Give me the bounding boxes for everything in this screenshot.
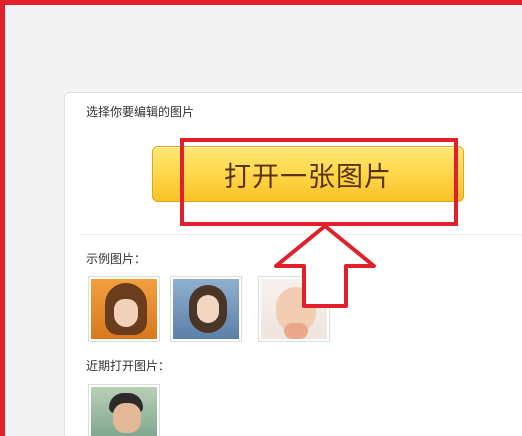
recent-photo-1	[91, 387, 157, 436]
examples-label: 示例图片：	[86, 252, 147, 266]
annotation-highlight-box	[180, 138, 458, 226]
example-photo-1	[91, 279, 157, 339]
example-photo-2	[173, 279, 239, 339]
panel-title: 选择你要编辑的图片	[86, 105, 195, 119]
annotation-arrow-icon	[274, 224, 376, 308]
example-thumb-1[interactable]	[88, 276, 160, 342]
example-thumb-2[interactable]	[170, 276, 242, 342]
recent-label: 近期打开图片：	[86, 359, 171, 373]
recent-thumb-1[interactable]	[88, 384, 160, 436]
